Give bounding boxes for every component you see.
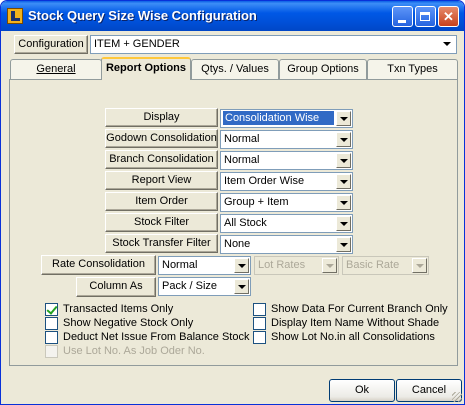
tab-qtys-values[interactable]: Qtys. / Values bbox=[191, 59, 279, 79]
branch-consolidation-select[interactable]: Normal bbox=[220, 151, 353, 170]
config-window: Stock Query Size Wise Configuration ✕ Co… bbox=[0, 0, 465, 405]
checkbox-icon bbox=[45, 345, 58, 358]
ok-button[interactable]: Ok bbox=[329, 379, 395, 402]
minimize-icon bbox=[398, 20, 406, 23]
item-order-label: Item Order bbox=[105, 192, 218, 211]
checkbox-checked-icon[interactable] bbox=[45, 303, 58, 316]
stock-transfer-filter-select[interactable]: None bbox=[220, 235, 353, 254]
window-title: Stock Query Size Wise Configuration bbox=[28, 8, 257, 23]
column-as-value: Pack / Size bbox=[162, 280, 218, 292]
tab-qtys-values-label: Qtys. / Values bbox=[201, 63, 269, 75]
resize-grip-icon[interactable] bbox=[452, 392, 462, 402]
chevron-down-icon[interactable] bbox=[336, 216, 351, 231]
close-icon: ✕ bbox=[443, 9, 454, 24]
godown-consolidation-value: Normal bbox=[224, 133, 260, 145]
lot-rates-select: Lot Rates bbox=[254, 256, 339, 275]
stock-filter-value: All Stock bbox=[224, 217, 267, 229]
basic-rate-select: Basic Rate bbox=[342, 256, 429, 275]
report-view-select[interactable]: Item Order Wise bbox=[220, 172, 353, 191]
rate-consolidation-label: Rate Consolidation bbox=[41, 255, 156, 275]
rate-consolidation-value: Normal bbox=[162, 259, 198, 271]
chevron-down-icon[interactable] bbox=[336, 153, 351, 168]
show-lot-no-all-consolidations-label: Show Lot No.in all Consolidations bbox=[271, 331, 435, 343]
title-bar[interactable]: Stock Query Size Wise Configuration ✕ bbox=[1, 1, 464, 31]
item-order-select[interactable]: Group + Item bbox=[220, 193, 353, 212]
checkbox-icon[interactable] bbox=[45, 331, 58, 344]
cancel-button-label: Cancel bbox=[411, 384, 447, 396]
tab-report-options-label: Report Options bbox=[105, 62, 187, 74]
stock-filter-label: Stock Filter bbox=[105, 213, 218, 232]
display-select[interactable]: Consolidation Wise bbox=[220, 109, 353, 128]
godown-consolidation-label: Godown Consolidation bbox=[105, 129, 218, 148]
minimize-button[interactable] bbox=[392, 6, 413, 27]
display-label: Display bbox=[105, 108, 218, 127]
checkbox-icon[interactable] bbox=[253, 303, 266, 316]
configuration-label: Configuration bbox=[14, 35, 88, 54]
transacted-items-only-label: Transacted Items Only bbox=[63, 303, 174, 315]
item-order-value: Group + Item bbox=[224, 196, 289, 208]
chevron-down-icon[interactable] bbox=[336, 174, 351, 189]
ok-button-label: Ok bbox=[354, 384, 370, 396]
tab-general-label: General bbox=[36, 63, 76, 75]
close-button[interactable]: ✕ bbox=[438, 6, 459, 27]
stock-filter-select[interactable]: All Stock bbox=[220, 214, 353, 233]
checkbox-icon[interactable] bbox=[253, 317, 266, 330]
display-item-name-without-shade-label: Display Item Name Without Shade bbox=[271, 317, 440, 329]
configuration-select[interactable]: ITEM + GENDER bbox=[90, 35, 457, 54]
deduct-net-issue-label: Deduct Net Issue From Balance Stock bbox=[63, 331, 250, 343]
chevron-down-icon[interactable] bbox=[336, 111, 351, 126]
app-icon bbox=[7, 8, 23, 24]
tab-txn-types[interactable]: Txn Types bbox=[367, 59, 458, 79]
column-as-label: Column As bbox=[76, 277, 156, 297]
lot-rates-value: Lot Rates bbox=[258, 259, 306, 271]
checkbox-icon[interactable] bbox=[45, 317, 58, 330]
basic-rate-value: Basic Rate bbox=[346, 259, 400, 271]
report-view-value: Item Order Wise bbox=[224, 175, 305, 187]
chevron-down-icon bbox=[412, 258, 427, 273]
stock-transfer-filter-label: Stock Transfer Filter bbox=[105, 234, 218, 253]
tab-general[interactable]: General bbox=[10, 59, 102, 79]
maximize-icon bbox=[420, 12, 430, 21]
branch-consolidation-value: Normal bbox=[224, 154, 260, 166]
chevron-down-icon[interactable] bbox=[336, 237, 351, 252]
tab-group-options-label: Group Options bbox=[287, 63, 359, 75]
chevron-down-icon[interactable] bbox=[336, 132, 351, 147]
chevron-down-icon bbox=[322, 258, 337, 273]
chevron-down-icon[interactable] bbox=[336, 195, 351, 210]
stock-transfer-filter-value: None bbox=[224, 238, 251, 250]
rate-consolidation-select[interactable]: Normal bbox=[158, 256, 251, 275]
chevron-down-icon[interactable] bbox=[234, 279, 249, 294]
tab-group-options[interactable]: Group Options bbox=[279, 59, 367, 79]
show-data-current-branch-label: Show Data For Current Branch Only bbox=[271, 303, 448, 315]
configuration-value: ITEM + GENDER bbox=[94, 38, 180, 50]
chevron-down-icon[interactable] bbox=[440, 37, 455, 52]
branch-consolidation-label: Branch Consolidation bbox=[105, 150, 218, 169]
column-as-select[interactable]: Pack / Size bbox=[158, 277, 251, 296]
tab-report-options[interactable]: Report Options bbox=[101, 57, 191, 80]
checkbox-icon[interactable] bbox=[253, 331, 266, 344]
report-view-label: Report View bbox=[105, 171, 218, 190]
godown-consolidation-select[interactable]: Normal bbox=[220, 130, 353, 149]
chevron-down-icon[interactable] bbox=[234, 258, 249, 273]
use-lot-no-label: Use Lot No. As Job Oder No. bbox=[63, 345, 205, 357]
tab-txn-types-label: Txn Types bbox=[387, 63, 438, 75]
maximize-button[interactable] bbox=[415, 6, 436, 27]
display-value: Consolidation Wise bbox=[223, 111, 334, 125]
show-negative-stock-only-label: Show Negative Stock Only bbox=[63, 317, 194, 329]
